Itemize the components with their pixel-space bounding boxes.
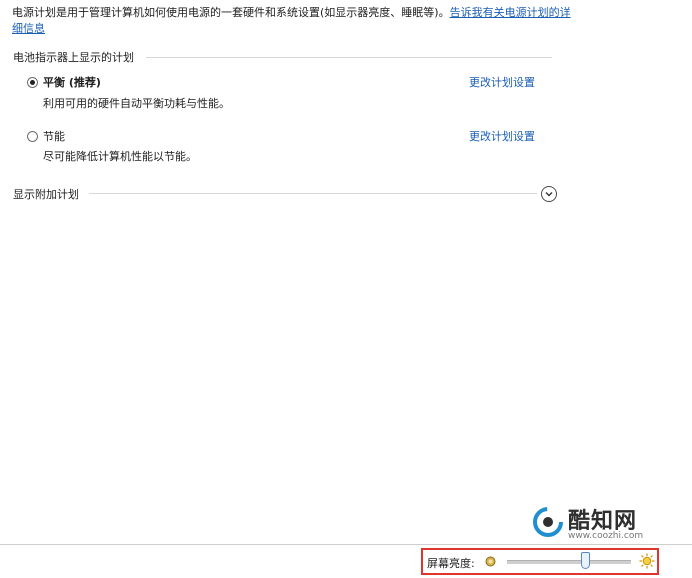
expand-additional-plans-button[interactable] — [541, 186, 557, 202]
bright-sun-icon[interactable] — [639, 553, 655, 569]
watermark-url: www.coozhi.com — [568, 531, 644, 541]
brightness-label: 屏幕亮度: — [427, 557, 475, 570]
additional-plans-title[interactable]: 显示附加计划 — [13, 186, 79, 202]
additional-divider — [89, 193, 537, 194]
plan-powersaver-radio[interactable] — [27, 131, 38, 142]
intro-paragraph: 电源计划是用于管理计算机如何使用电源的一套硬件和系统设置(如显示器亮度、睡眠等)… — [12, 5, 572, 37]
plan-powersaver-name[interactable]: 节能 — [43, 128, 65, 144]
chevron-down-icon — [545, 192, 553, 197]
watermark: 酷知网 www.coozhi.com — [530, 500, 690, 550]
radio-selected-icon — [27, 77, 38, 88]
plan-balanced-name[interactable]: 平衡 (推荐) — [43, 74, 101, 90]
radio-unselected-icon — [27, 131, 38, 142]
intro-text: 电源计划是用于管理计算机如何使用电源的一套硬件和系统设置(如显示器亮度、睡眠等)… — [12, 6, 450, 19]
battery-section-title: 电池指示器上显示的计划 — [13, 51, 134, 64]
plan-balanced-radio[interactable] — [27, 77, 38, 88]
plan-powersaver-description: 尽可能降低计算机性能以节能。 — [43, 150, 197, 163]
plan-balanced-description: 利用可用的硬件自动平衡功耗与性能。 — [43, 97, 230, 110]
plan-powersaver-change-link[interactable]: 更改计划设置 — [469, 128, 535, 144]
coozhi-logo-icon — [533, 507, 563, 537]
section-divider — [146, 57, 552, 58]
dim-sun-icon[interactable] — [485, 556, 496, 567]
brightness-slider-thumb[interactable] — [580, 552, 590, 569]
brightness-slider-track[interactable] — [507, 560, 631, 564]
plan-balanced-change-link[interactable]: 更改计划设置 — [469, 74, 535, 90]
brightness-control: 屏幕亮度: — [421, 548, 659, 575]
